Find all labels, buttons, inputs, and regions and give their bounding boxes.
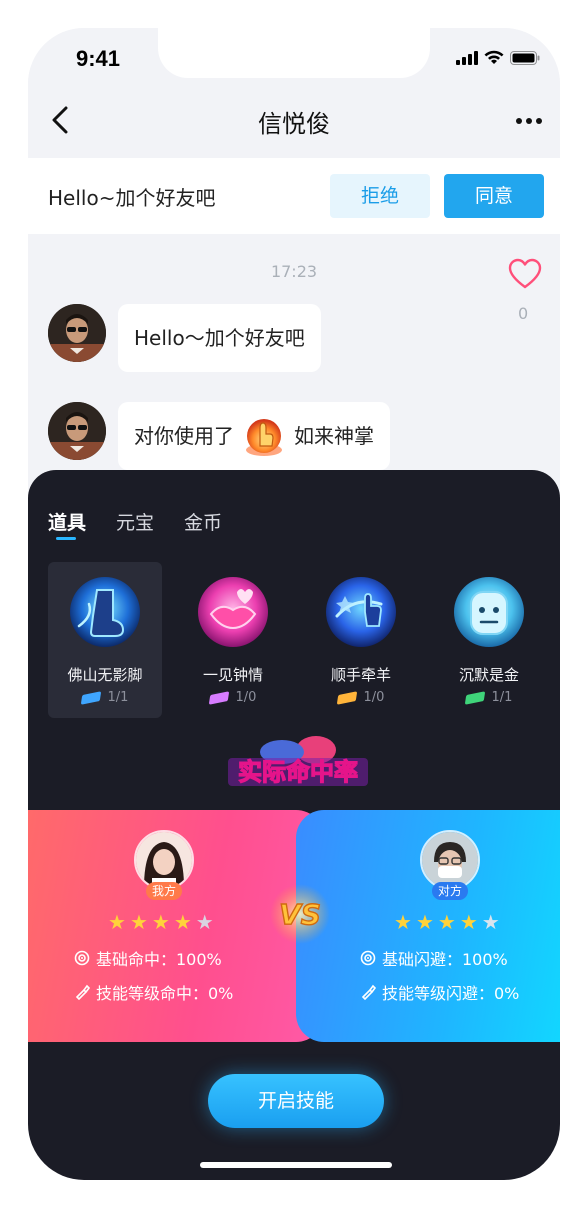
opponent-rating-stars: ★ ★ ★ ★ ★ (394, 912, 500, 932)
phone-screen: 9:41 信悦俊 Hello~加个好友吧 拒绝 同意 17:23 0 Hello… (28, 28, 560, 1180)
opponent-avatar (420, 830, 480, 890)
active-tab-indicator (56, 537, 76, 540)
vs-comparison: 我方 ★ ★ ★ ★ ★ 基础命中：100% 技能等级命中：0% 对方 ★ ★ … (28, 810, 560, 1042)
silent-face-icon (454, 577, 524, 647)
item-card[interactable]: 佛山无影脚 1/1 (48, 562, 162, 718)
banner-title-text: 实际命中率 (238, 758, 358, 786)
target-icon (360, 950, 376, 966)
status-icons (456, 50, 540, 65)
item-count-value: 1/1 (491, 690, 513, 705)
item-card[interactable]: 一见钟情 1/0 (176, 562, 290, 718)
stat-text: 基础命中：100% (96, 950, 222, 969)
sender-avatar[interactable] (48, 304, 106, 362)
star-icon: ★ (459, 910, 478, 934)
avatar-image (48, 304, 106, 362)
foot-icon (70, 577, 140, 647)
item-card[interactable]: 沉默是金 1/1 (432, 562, 546, 718)
my-rating-stars: ★ ★ ★ ★ ★ (108, 912, 214, 932)
opponent-base-dodge: 基础闪避：100% (360, 946, 508, 970)
star-icon: ★ (481, 910, 500, 934)
navigation-bar: 信悦俊 (28, 92, 560, 158)
item-count: 1/0 (176, 690, 290, 705)
opponent-side-card: 对方 ★ ★ ★ ★ ★ 基础闪避：100% 技能等级闪避：0% (296, 810, 560, 1042)
status-time: 9:41 (76, 46, 121, 71)
stat-text: 技能等级闪避：0% (382, 984, 520, 1003)
home-indicator (200, 1162, 392, 1168)
palm-gift-icon (246, 419, 282, 456)
wifi-icon (484, 50, 504, 64)
ticket-icon (208, 690, 229, 705)
my-skill-hit: 技能等级命中：0% (74, 980, 233, 1004)
item-grid: 佛山无影脚 1/1 一见钟情 1/0 顺手牵羊 1/0 沉默是金 1/1 (48, 562, 548, 718)
item-count-value: 1/1 (107, 690, 129, 705)
accept-button[interactable]: 同意 (444, 174, 544, 218)
gift-skill-panel: 道具 元宝 金币 佛山无影脚 1/1 一见钟情 1/0 顺手牵羊 1/0 沉默是… (28, 470, 560, 1180)
battery-icon (510, 50, 540, 65)
stat-text: 基础闪避：100% (382, 950, 508, 969)
skill-icon (75, 984, 90, 1000)
message-bubble: Hello～加个好友吧 (118, 304, 321, 372)
opponent-skill-dodge: 技能等级闪避：0% (360, 980, 519, 1004)
opponent-side-tag: 对方 (432, 882, 469, 900)
target-icon (74, 950, 90, 966)
hit-rate-banner: 实际命中率 (228, 736, 368, 787)
tab-coins[interactable]: 金币 (184, 508, 222, 535)
star-icon: ★ (108, 910, 126, 934)
friend-request-message: Hello~加个好友吧 (48, 186, 216, 210)
sender-avatar[interactable] (48, 402, 106, 460)
star-icon: ★ (173, 910, 192, 934)
star-icon: ★ (151, 910, 170, 934)
item-count-value: 1/0 (235, 690, 257, 705)
star-icon: ★ (394, 910, 412, 934)
friend-request-bar: Hello~加个好友吧 拒绝 同意 (28, 158, 560, 234)
ticket-icon (336, 690, 357, 705)
star-icon: ★ (129, 910, 148, 934)
panel-tabs: 道具 元宝 金币 (48, 508, 222, 535)
reject-button[interactable]: 拒绝 (330, 174, 430, 218)
chat-timestamp: 17:23 (270, 262, 318, 281)
star-icon: ★ (195, 910, 214, 934)
signal-icon (456, 50, 478, 65)
grab-hand-icon (326, 577, 396, 647)
item-count: 1/1 (432, 690, 546, 705)
item-card[interactable]: 顺手牵羊 1/0 (304, 562, 418, 718)
avatar-image (136, 832, 192, 888)
ticket-icon (464, 690, 485, 705)
vs-badge: VS (270, 884, 330, 944)
item-count: 1/1 (48, 690, 162, 705)
star-icon: ★ (437, 910, 456, 934)
lips-icon (198, 577, 268, 647)
star-icon: ★ (415, 910, 434, 934)
gift-message-bubble: 对你使用了 如来神掌 (118, 402, 390, 470)
item-name: 一见钟情 (202, 666, 263, 684)
item-name: 佛山无影脚 (67, 666, 143, 684)
my-base-hit: 基础命中：100% (74, 946, 222, 970)
skill-icon (361, 984, 376, 1000)
tab-props[interactable]: 道具 (48, 508, 86, 535)
page-title: 信悦俊 (258, 110, 330, 138)
item-count-value: 1/0 (363, 690, 385, 705)
ticket-icon (80, 690, 101, 705)
avatar-image (48, 402, 106, 460)
my-side-tag: 我方 (146, 882, 183, 900)
avatar-image (422, 832, 478, 888)
like-count: 0 (518, 304, 529, 323)
item-name: 顺手牵羊 (330, 666, 391, 684)
my-avatar (134, 830, 194, 890)
message-text: Hello～加个好友吧 (134, 326, 305, 350)
gift-name: 如来神掌 (294, 424, 374, 448)
item-count: 1/0 (304, 690, 418, 705)
stat-text: 技能等级命中：0% (96, 984, 234, 1003)
more-options-icon[interactable] (516, 118, 542, 124)
vs-text: VS (279, 898, 321, 931)
notch (158, 28, 430, 78)
item-name: 沉默是金 (458, 666, 519, 684)
start-skill-button[interactable]: 开启技能 (208, 1074, 384, 1128)
tab-yuanbao[interactable]: 元宝 (116, 508, 154, 535)
gift-message-prefix: 对你使用了 (134, 424, 234, 448)
heart-icon[interactable] (508, 258, 542, 290)
